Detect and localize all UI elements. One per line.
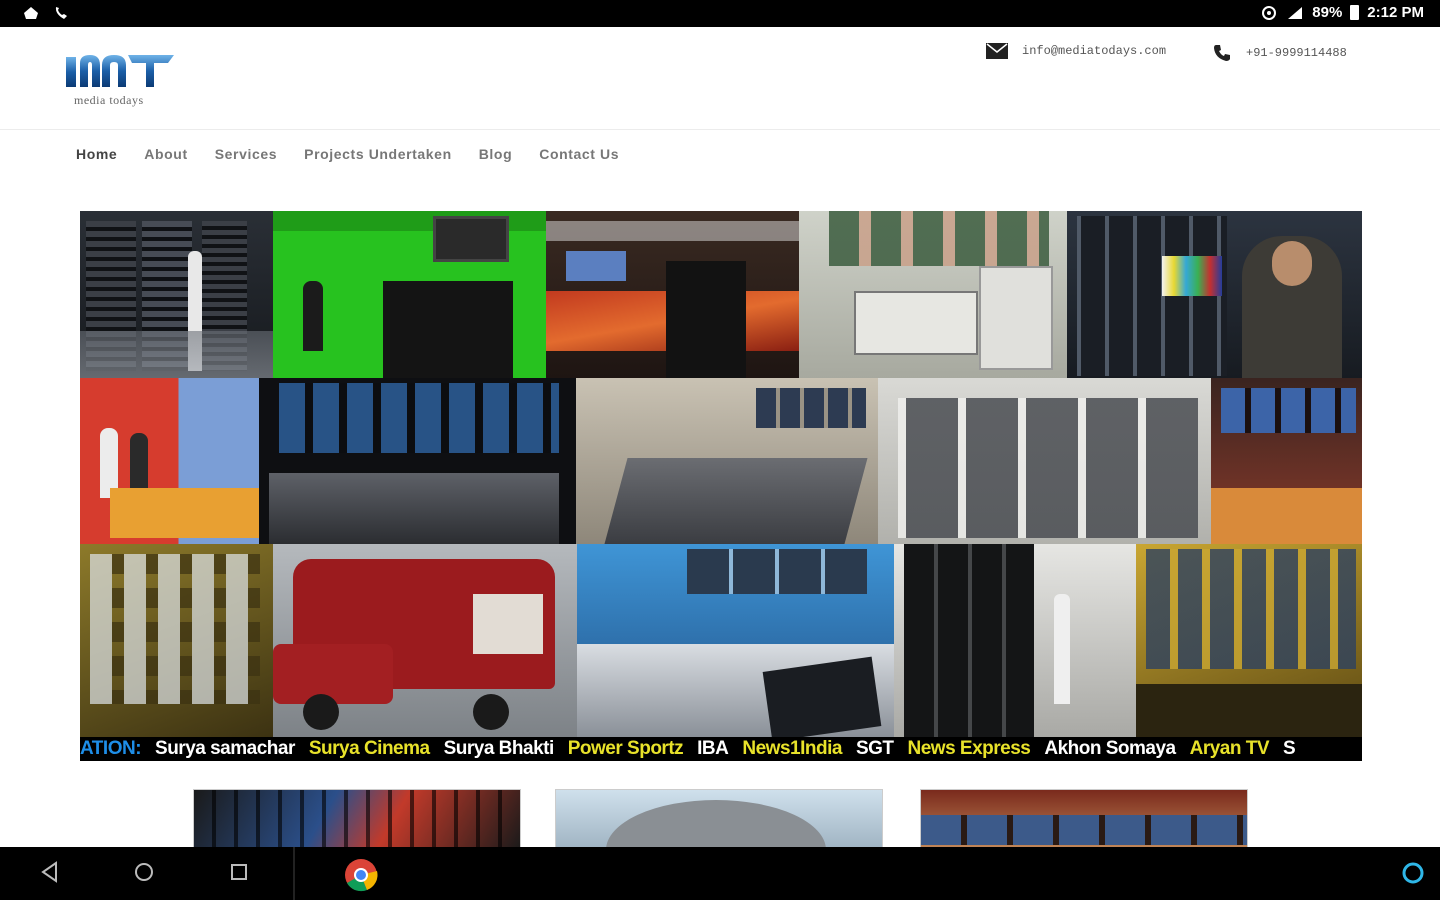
chrome-icon[interactable] [344,858,378,892]
battery-percent: 89% [1312,4,1343,21]
vision-mixer-photo [259,378,576,544]
home-icon[interactable] [134,861,154,883]
system-navigation-bar [0,847,1440,900]
equipment-rack-photo [1067,211,1362,378]
phone-link[interactable]: +91-9999114488 [1246,46,1347,60]
ticker-item: Surya samachar [155,738,295,759]
status-bar: 89% 2:12 PM [0,0,1440,27]
team-control-room-photo [799,211,1067,378]
assistant-icon[interactable] [1401,861,1425,885]
rack-installation-photo [878,378,1211,544]
monitoring-room-photo [1136,544,1362,737]
ticker-item: ATION: [80,738,142,759]
envelope-icon [986,43,1008,59]
channel-ticker: ATION: Surya samachar Surya Cinema Surya Bh… [80,737,1362,761]
audio-console-photo [576,378,878,544]
ticker-item: S [1283,738,1296,759]
ticker-item: News1India [742,738,842,759]
clock: 2:12 PM [1367,4,1424,21]
ticker-item: Akhon Somaya [1044,738,1176,759]
battery-icon [1350,5,1360,20]
ticker-item: Aryan TV [1189,738,1270,759]
nav-blog[interactable]: Blog [479,146,513,162]
nav-contact-us[interactable]: Contact Us [539,146,619,162]
ticker-item: IBA [697,738,729,759]
main-nav: Home About Services Projects Undertaken … [76,146,619,162]
site-header: media todays info@mediatodays.com +91-99… [0,27,1440,130]
nav-projects-undertaken[interactable]: Projects Undertaken [304,146,452,162]
news-studio-photo [546,211,799,378]
colorful-control-room-photo [80,378,259,544]
ob-van-photo [273,544,577,737]
contact-phone[interactable]: +91-9999114488 [1212,43,1347,63]
service-card-broadcast[interactable] [193,789,521,851]
ticker-item: Surya Cinema [308,738,430,759]
monitor-wall-photo [80,544,273,737]
ticker-item: SGT [855,738,894,759]
recent-apps-icon[interactable] [229,861,249,883]
phone-icon [1214,45,1230,61]
project-photo-collage: ATION: Surya samachar Surya Cinema Surya Bh… [80,211,1362,761]
ticker-item: News Express [907,738,1031,759]
ticker-item: Surya Bhakti [443,738,555,759]
ticker-item: Power Sportz [567,738,684,759]
logo-tagline: media todays [74,93,144,107]
nav-about[interactable]: About [144,146,187,162]
server-room-photo [80,211,273,378]
service-card-satellite[interactable] [555,789,883,851]
contact-email[interactable]: info@mediatodays.com [986,43,1166,59]
nav-home[interactable]: Home [76,146,117,162]
playout-room-photo [1211,378,1362,544]
green-screen-studio-photo [273,211,546,378]
service-card-studio[interactable] [920,789,1248,851]
data-center-photo [894,544,1136,737]
back-icon[interactable] [40,861,60,883]
signal-icon [1288,6,1303,19]
nav-services[interactable]: Services [215,146,277,162]
hotspot-icon [1262,5,1277,20]
production-control-room-photo [577,544,894,737]
notification-icon [24,7,38,19]
phone-notification-icon [55,7,67,19]
email-link[interactable]: info@mediatodays.com [1022,44,1166,58]
